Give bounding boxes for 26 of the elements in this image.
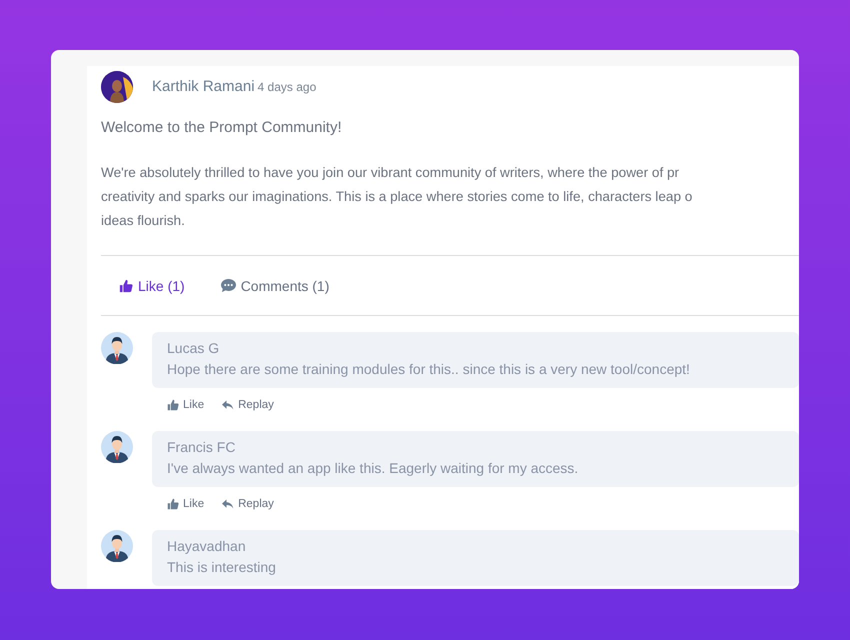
- comment-text: I've always wanted an app like this. Eagerly waiting for my access.: [167, 459, 580, 478]
- like-button[interactable]: Like (1): [119, 278, 185, 294]
- user-avatar-icon: [101, 332, 133, 364]
- like-button[interactable]: Like: [167, 395, 204, 415]
- commenter-name: Lucas G: [167, 339, 220, 358]
- reply-button[interactable]: Replay: [222, 494, 274, 514]
- post-body: We're absolutely thrilled to have you join our vibrant community of writers, where the power of pr creativity and sparks our imaginations. This is a place where stories come to life, characters leap o ideas flourish.: [101, 164, 694, 230]
- thumbs-up-icon: [167, 498, 179, 510]
- post-time: 4 days ago: [258, 80, 316, 94]
- reply-arrow-icon: [222, 498, 234, 510]
- user-avatar-icon: [101, 530, 133, 562]
- speech-bubble-icon: [220, 278, 236, 293]
- thumbs-up-icon: [119, 278, 133, 292]
- commenter-name: Francis FC: [167, 438, 236, 457]
- thumbs-up-icon: [167, 399, 179, 411]
- comment-text: Hope there are some training modules for this.. since this is a very new tool/concept!: [167, 360, 691, 379]
- reply-button[interactable]: Replay: [222, 395, 274, 415]
- user-avatar-icon: [101, 431, 133, 463]
- post-title: Welcome to the Prompt Community!: [101, 119, 343, 136]
- author-name[interactable]: Karthik Ramani: [152, 78, 255, 95]
- comments-button[interactable]: Comments (1): [220, 278, 330, 294]
- commenter-name: Hayavadhan: [167, 537, 247, 556]
- like-button[interactable]: Like: [167, 494, 204, 514]
- reply-arrow-icon: [222, 399, 234, 411]
- comment-text: This is interesting: [167, 558, 277, 577]
- user-avatar-icon: [101, 71, 133, 103]
